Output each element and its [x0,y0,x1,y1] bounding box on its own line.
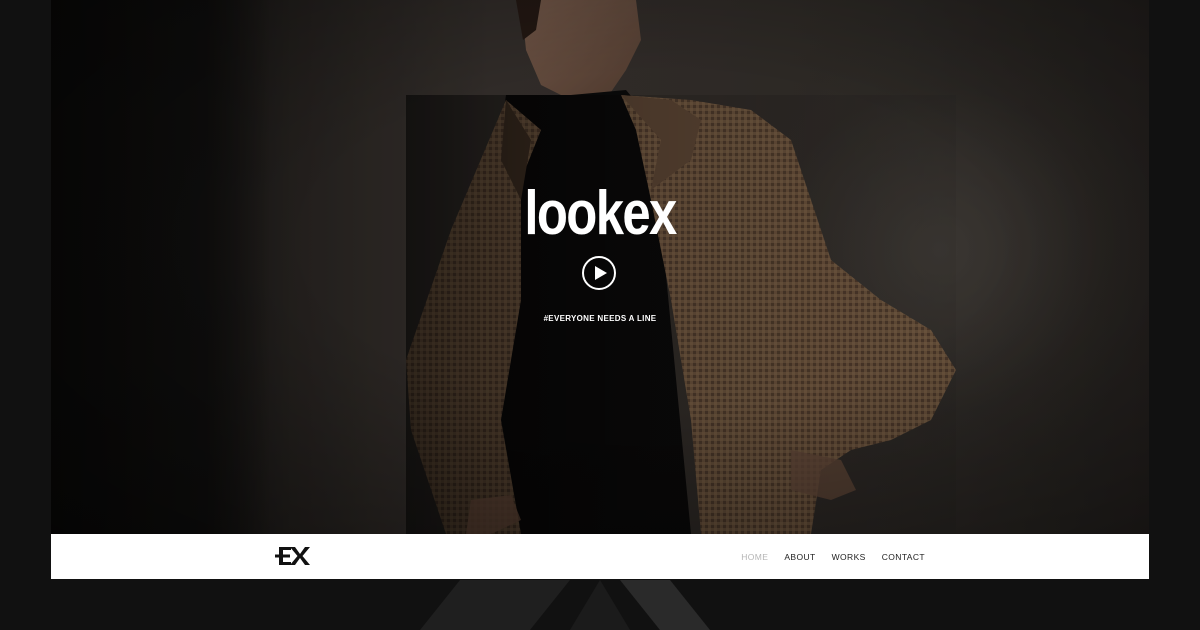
play-icon [595,266,607,280]
decorative-chevrons [420,580,710,630]
navbar: HOME ABOUT WORKS CONTACT [51,534,1149,579]
nav-item-contact[interactable]: CONTACT [882,552,925,562]
ex-logo-icon[interactable] [275,544,311,568]
page: lookex #EVERYONE NEEDS A LINE HOME ABOUT… [0,0,1200,630]
nav-item-home[interactable]: HOME [741,552,768,562]
play-button[interactable] [582,256,616,290]
nav-links: HOME ABOUT WORKS CONTACT [741,534,925,579]
tagline: #EVERYONE NEEDS A LINE [543,314,657,323]
nav-item-works[interactable]: WORKS [832,552,866,562]
brand-title: lookex [524,179,677,248]
nav-item-about[interactable]: ABOUT [784,552,815,562]
